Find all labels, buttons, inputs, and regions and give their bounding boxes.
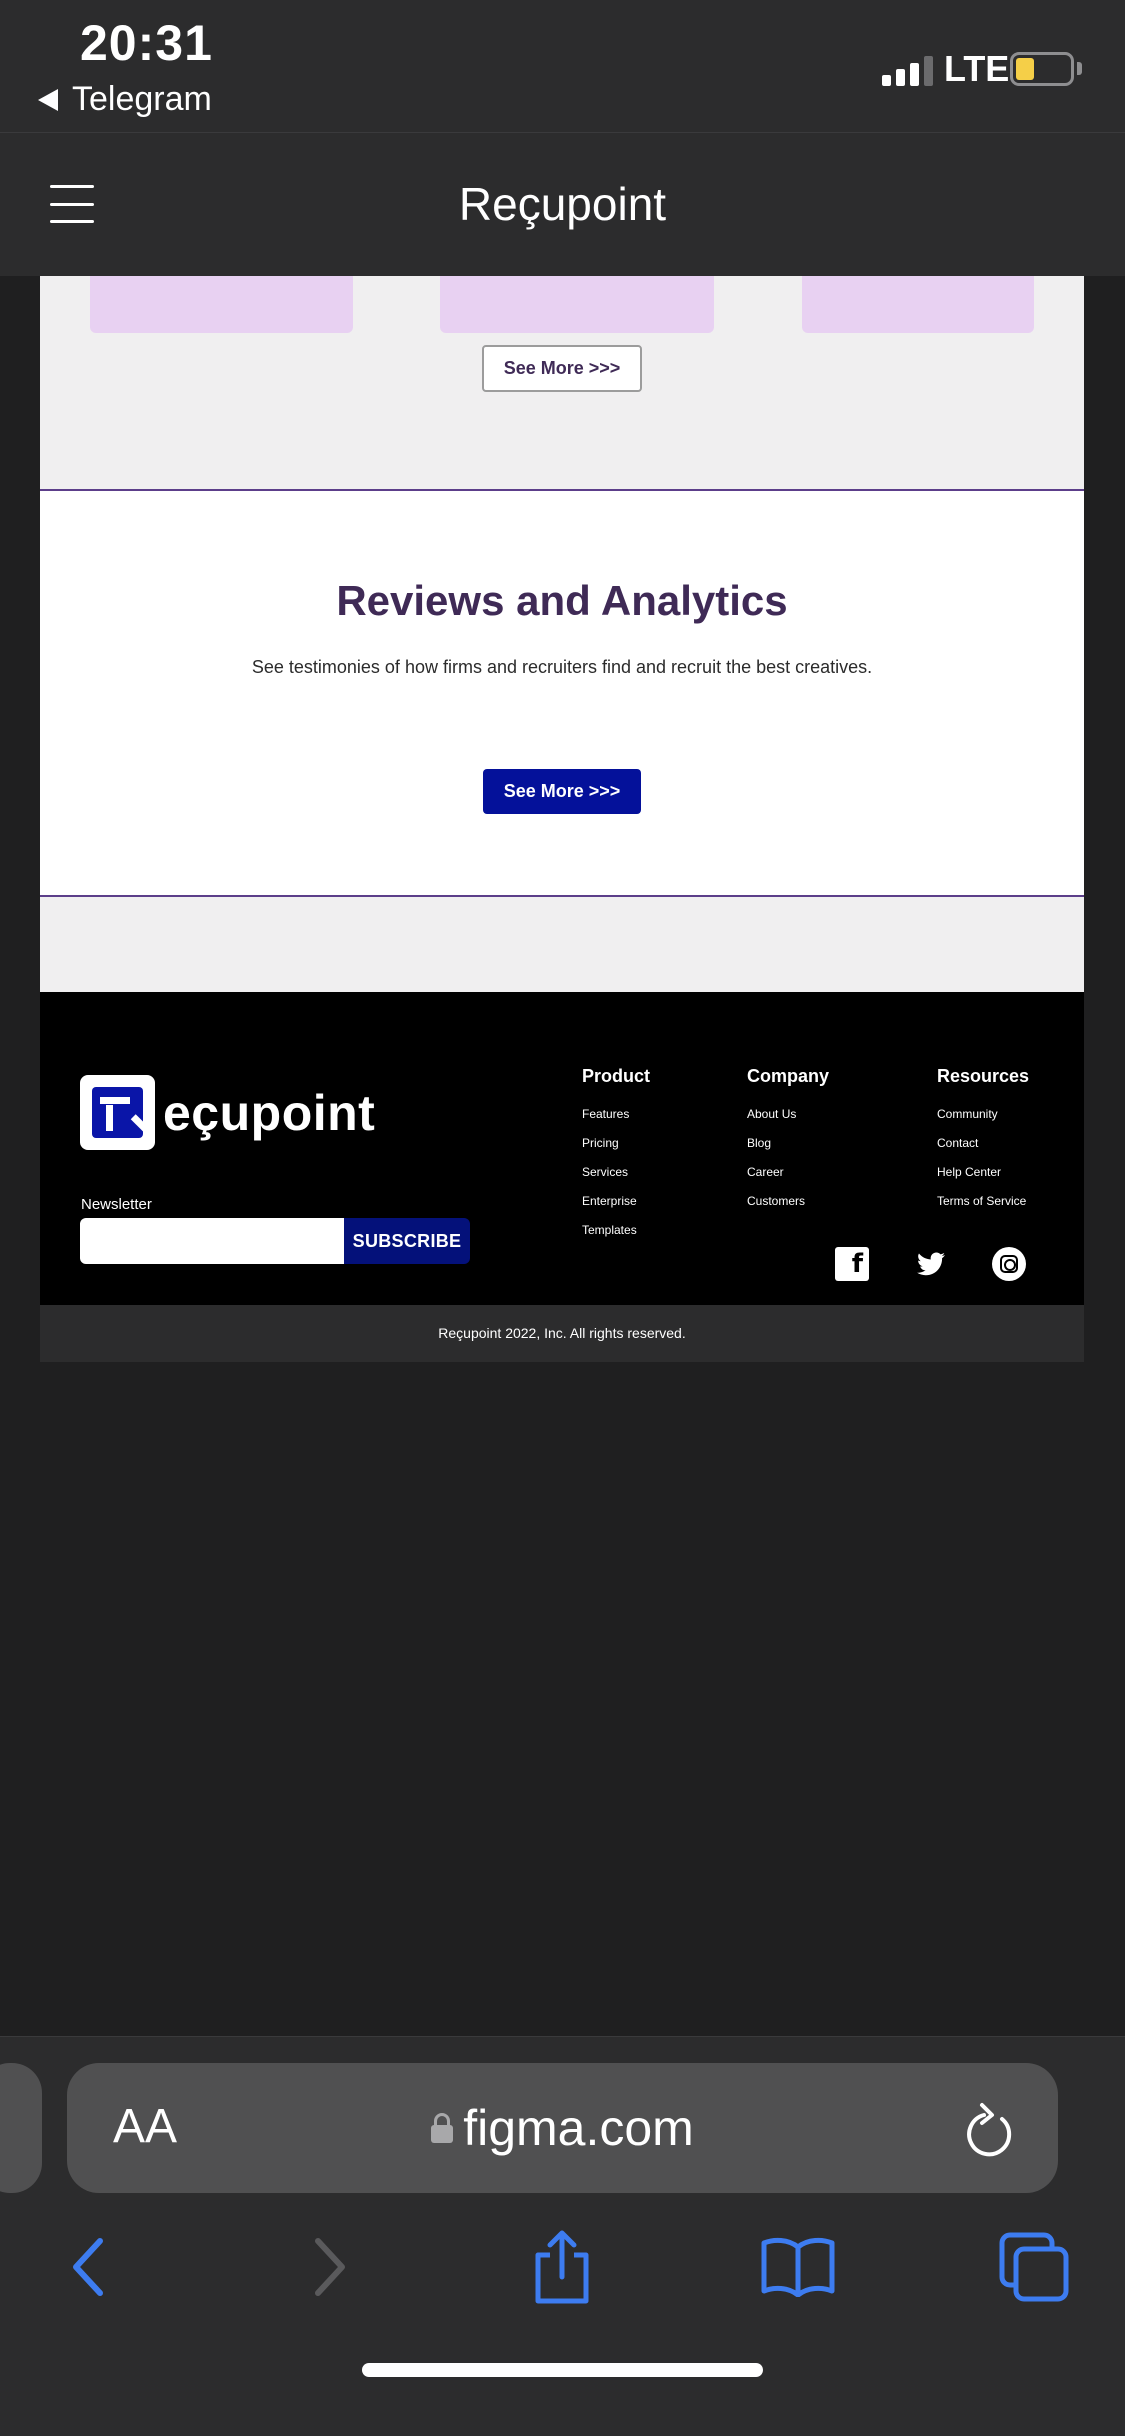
back-to-app-link[interactable]: Telegram (38, 80, 212, 119)
footer-link-help-center[interactable]: Help Center (937, 1165, 1029, 1194)
facebook-icon[interactable]: f (835, 1247, 869, 1281)
twitter-icon[interactable] (914, 1247, 948, 1281)
footer-link-career[interactable]: Career (747, 1165, 829, 1194)
footer-column-title: Product (582, 1066, 651, 1086)
newsletter-label: Newsletter (81, 1196, 152, 1213)
feature-card[interactable] (90, 276, 353, 333)
logo-text: eçupoint (163, 1084, 376, 1141)
footer-link-community[interactable]: Community (937, 1107, 1029, 1136)
feature-card[interactable] (440, 276, 714, 333)
copyright-text: Reçupoint 2022, Inc. All rights reserved… (40, 1305, 1084, 1362)
address-bar[interactable]: AA figma.com (67, 2063, 1058, 2193)
share-icon[interactable] (522, 2227, 602, 2307)
status-bar: 20:31 Telegram LTE (0, 0, 1125, 132)
site-header: Reçupoint (0, 132, 1125, 276)
lock-icon (431, 2113, 454, 2143)
features-see-more-button[interactable]: See More >>> (482, 345, 642, 392)
footer-link-enterprise[interactable]: Enterprise (582, 1194, 650, 1223)
forward-chevron-icon[interactable] (290, 2227, 370, 2307)
back-chevron-icon[interactable] (48, 2227, 128, 2307)
previous-tab-peek[interactable] (0, 2063, 42, 2193)
battery-nub (1077, 62, 1082, 75)
footer-link-pricing[interactable]: Pricing (582, 1136, 650, 1165)
safari-toolbar (0, 2227, 1125, 2307)
footer-column-resources: Resources Community Contact Help Center … (937, 1066, 1029, 1223)
feature-card[interactable] (802, 276, 1034, 333)
status-time: 20:31 (80, 15, 213, 71)
back-triangle-icon (38, 88, 58, 111)
cellular-signal-icon (882, 56, 933, 86)
instagram-icon[interactable] (992, 1247, 1026, 1281)
reviews-section: Reviews and Analytics See testimonies of… (40, 491, 1084, 895)
reviews-see-more-button[interactable]: See More >>> (483, 769, 641, 814)
empty-section (40, 897, 1084, 992)
footer-link-services[interactable]: Services (582, 1165, 650, 1194)
url-text: figma.com (463, 2100, 694, 2156)
footer-column-product: Product Features Pricing Services Enterp… (582, 1066, 650, 1252)
logo-r-icon (80, 1075, 155, 1150)
site-title: Reçupoint (458, 178, 667, 230)
footer-link-terms[interactable]: Terms of Service (937, 1194, 1029, 1223)
newsletter-email-input[interactable] (80, 1218, 345, 1264)
reload-icon[interactable] (962, 2101, 1014, 2162)
footer-column-company: Company About Us Blog Career Customers (747, 1066, 829, 1223)
page-content: See More >>> Reviews and Analytics See t… (40, 276, 1084, 1362)
subscribe-button[interactable]: SUBSCRIBE (344, 1218, 470, 1264)
battery-icon (1010, 52, 1074, 86)
url-display[interactable]: figma.com (67, 2099, 1058, 2157)
bookmarks-icon[interactable] (758, 2227, 838, 2307)
back-app-label: Telegram (72, 80, 212, 118)
tabs-icon[interactable] (994, 2227, 1074, 2307)
features-section: See More >>> (40, 276, 1084, 489)
footer-column-title: Resources (937, 1066, 1030, 1086)
reviews-title: Reviews and Analytics (336, 577, 788, 624)
footer-column-title: Company (747, 1066, 830, 1086)
footer-link-contact[interactable]: Contact (937, 1136, 1029, 1165)
home-indicator[interactable] (362, 2363, 763, 2377)
footer-link-templates[interactable]: Templates (582, 1223, 650, 1252)
footer-link-about-us[interactable]: About Us (747, 1107, 829, 1136)
footer-link-blog[interactable]: Blog (747, 1136, 829, 1165)
network-type: LTE (944, 48, 1010, 89)
footer: eçupoint Newsletter SUBSCRIBE Product Fe… (40, 992, 1084, 1305)
footer-logo[interactable]: eçupoint (80, 1075, 375, 1150)
reviews-subtitle: See testimonies of how firms and recruit… (251, 657, 873, 677)
footer-link-features[interactable]: Features (582, 1107, 650, 1136)
footer-link-customers[interactable]: Customers (747, 1194, 829, 1223)
